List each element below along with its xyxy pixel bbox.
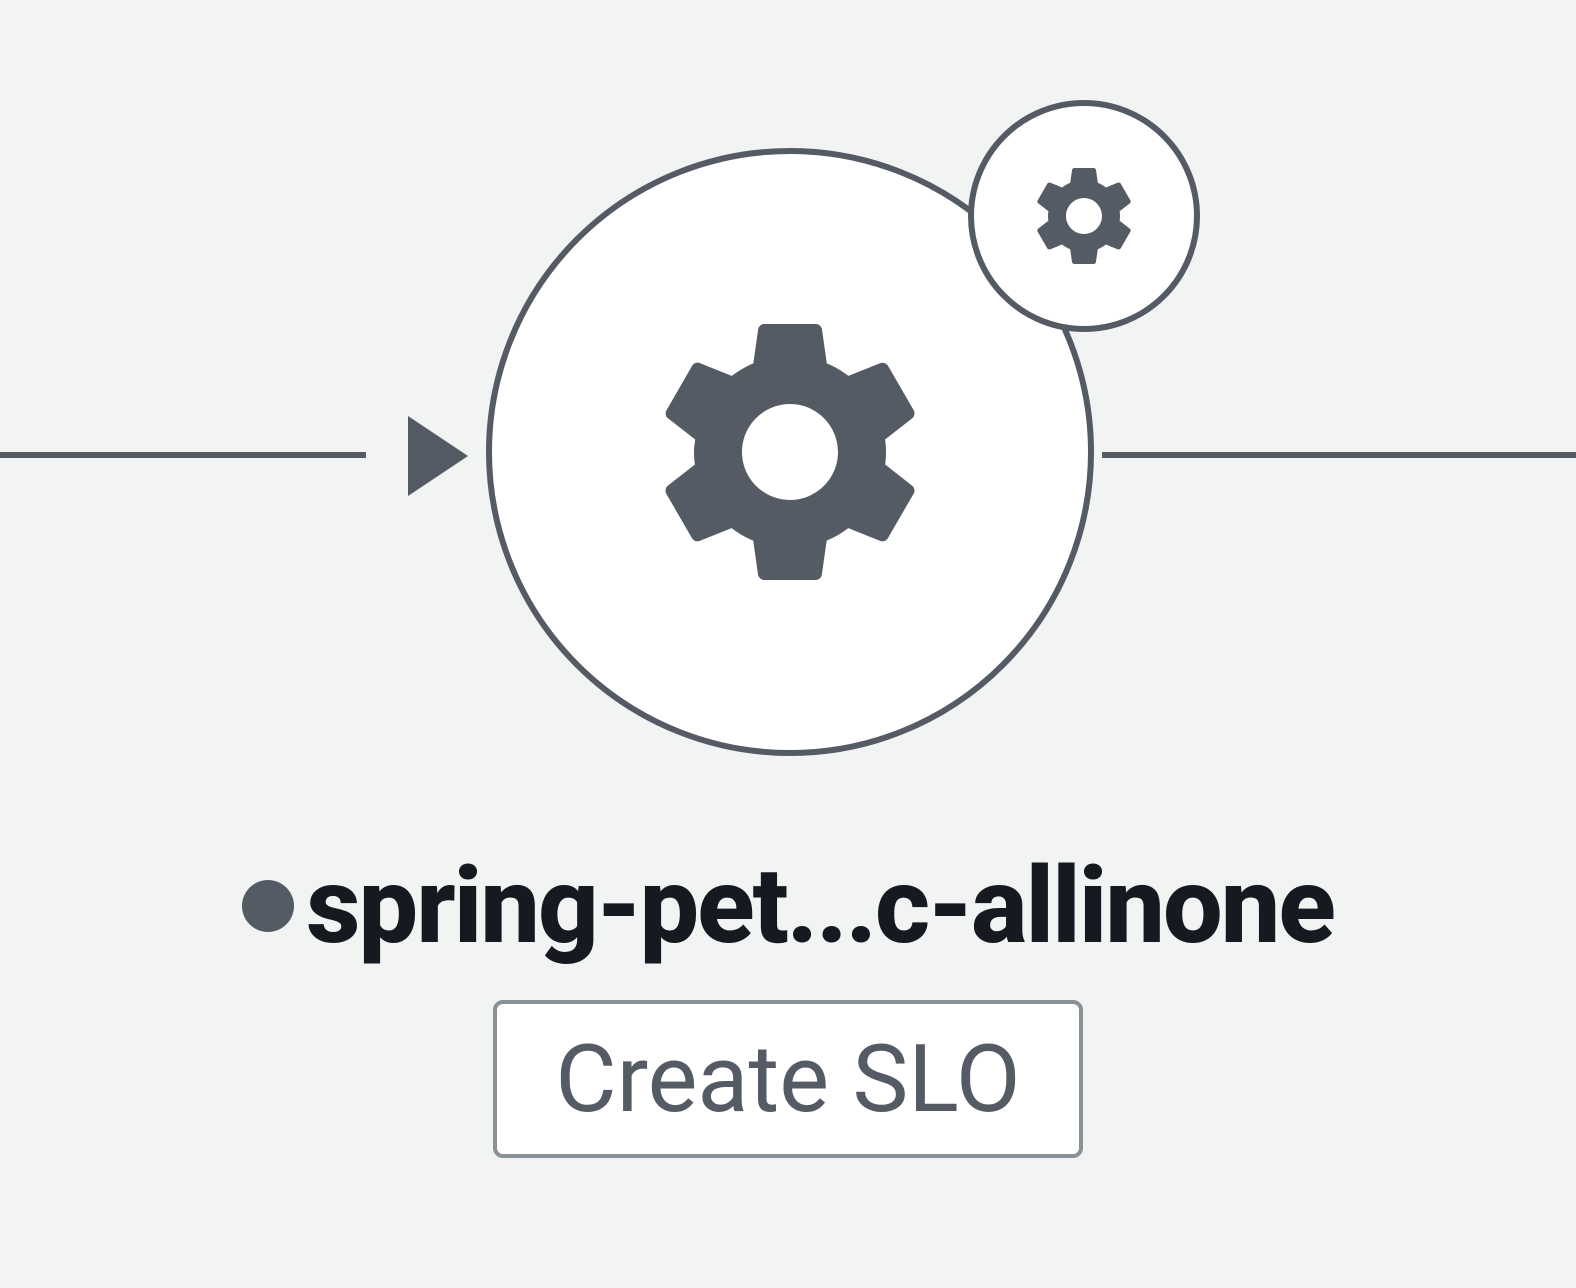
- arrow-head-icon: [408, 416, 468, 496]
- service-type-badge: [968, 100, 1200, 332]
- create-slo-button[interactable]: Create SLO: [493, 1000, 1082, 1158]
- status-dot-icon: [242, 880, 294, 932]
- edge-outgoing: [1102, 452, 1576, 458]
- service-map-canvas: spring-pet...c-allinone Create SLO: [0, 0, 1576, 1288]
- actions-row: Create SLO: [0, 1000, 1576, 1158]
- gear-icon: [630, 292, 950, 612]
- edge-incoming: [0, 452, 366, 458]
- gear-icon: [1024, 156, 1144, 276]
- node-label-row: spring-pet...c-allinone: [0, 844, 1576, 968]
- service-name-label: spring-pet...c-allinone: [306, 844, 1334, 968]
